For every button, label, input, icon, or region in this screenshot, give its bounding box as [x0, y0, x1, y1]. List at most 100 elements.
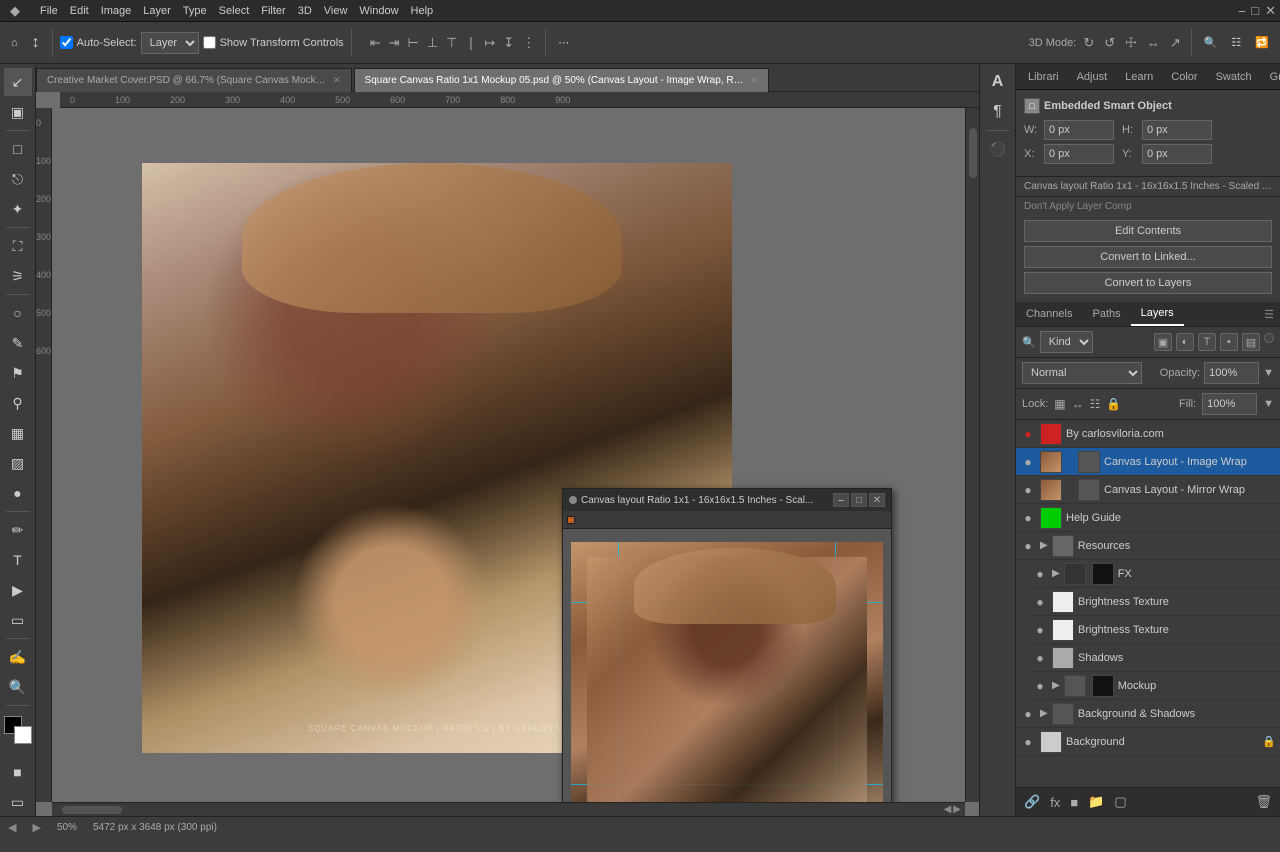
- move-tool[interactable]: ↙: [4, 68, 32, 96]
- healing-tool[interactable]: ○: [4, 299, 32, 327]
- history-tool[interactable]: ⚲: [4, 389, 32, 417]
- background-color[interactable]: [14, 726, 32, 744]
- layer-item-resources[interactable]: ● ▶ Resources: [1016, 532, 1280, 560]
- tab-1-close[interactable]: ✕: [333, 75, 341, 86]
- nav-tab-color[interactable]: Color: [1163, 64, 1205, 90]
- nav-tab-swatch[interactable]: Swatch: [1208, 64, 1260, 90]
- crop-tool[interactable]: ⛶: [4, 232, 32, 260]
- add-mask-btn[interactable]: ■: [1068, 793, 1080, 812]
- layer-item-canvas-mirror-wrap[interactable]: ● Canvas Layout - Mirror Wrap: [1016, 476, 1280, 504]
- layers-panel-options[interactable]: ☰: [1258, 304, 1280, 325]
- rsb-A-btn[interactable]: A: [984, 68, 1012, 96]
- layer-item-help-guide[interactable]: ● Help Guide: [1016, 504, 1280, 532]
- filter-shape-icon[interactable]: ▪: [1220, 333, 1238, 351]
- nav-tab-gradie[interactable]: Gradie: [1262, 64, 1280, 90]
- dodge-tool[interactable]: ●: [4, 479, 32, 507]
- distribute-more-btn[interactable]: ⋮: [519, 33, 538, 53]
- more-options-btn[interactable]: ⋯: [553, 33, 574, 52]
- zoom-tool[interactable]: 🔍: [4, 673, 32, 701]
- menu-image[interactable]: Image: [95, 0, 138, 22]
- nav-tab-librari[interactable]: Librari: [1020, 64, 1067, 90]
- path-select-tool[interactable]: ▶: [4, 576, 32, 604]
- layer-vis-help-guide[interactable]: ●: [1020, 510, 1036, 526]
- align-bottom-btn[interactable]: ❘: [462, 33, 479, 53]
- search-btn[interactable]: 🔍: [1199, 33, 1223, 52]
- float-minimize-btn[interactable]: ⎯: [833, 493, 849, 507]
- home-btn[interactable]: ⌂: [6, 34, 23, 52]
- scroll-prev[interactable]: ◀: [944, 804, 952, 815]
- maximize-btn[interactable]: □: [1251, 3, 1259, 19]
- eraser-tool[interactable]: ▦: [4, 419, 32, 447]
- fx-btn[interactable]: fx: [1048, 793, 1062, 812]
- opacity-input[interactable]: [1204, 362, 1259, 384]
- screen-mode-btn[interactable]: ▭: [4, 788, 32, 816]
- layer-item-fx[interactable]: ● ▶ FX: [1028, 560, 1280, 588]
- minimize-btn[interactable]: ⎯: [1239, 3, 1246, 19]
- status-nav-prev[interactable]: ◀: [8, 821, 16, 834]
- workspace-btn[interactable]: ☷: [1226, 33, 1246, 52]
- convert-linked-btn[interactable]: Convert to Linked...: [1024, 246, 1272, 268]
- shape-tool[interactable]: ▭: [4, 606, 32, 634]
- layer-vis-canvas-image-wrap[interactable]: ●: [1020, 454, 1036, 470]
- lock-checkerboard-icon[interactable]: ▦: [1054, 397, 1065, 411]
- dont-apply-btn[interactable]: Don't Apply Layer Comp: [1016, 197, 1280, 216]
- 3d-orbit-btn[interactable]: ↺: [1101, 33, 1118, 53]
- eyedropper-tool[interactable]: ⚞: [4, 262, 32, 290]
- edit-contents-btn[interactable]: Edit Contents: [1024, 220, 1272, 242]
- layer-vis-canvas-mirror-wrap[interactable]: ●: [1020, 482, 1036, 498]
- menu-help[interactable]: Help: [405, 0, 440, 22]
- mockup-arrow[interactable]: ▶: [1052, 680, 1060, 691]
- paths-tab[interactable]: Paths: [1082, 303, 1130, 325]
- layer-vis-bg-shadows[interactable]: ●: [1020, 706, 1036, 722]
- menu-window[interactable]: Window: [353, 0, 404, 22]
- 3d-slide-btn[interactable]: ↔: [1144, 33, 1163, 52]
- tab-2[interactable]: Square Canvas Ratio 1x1 Mockup 05.psd @ …: [354, 68, 770, 92]
- v-scrollbar[interactable]: [965, 108, 979, 802]
- gradient-tool[interactable]: ▨: [4, 449, 32, 477]
- float-close-btn[interactable]: ✕: [869, 493, 885, 507]
- lasso-tool[interactable]: ⎋: [4, 165, 32, 193]
- close-btn[interactable]: ✕: [1265, 3, 1276, 19]
- rsb-para-btn[interactable]: ¶: [984, 98, 1012, 126]
- layer-vis-background[interactable]: ●: [1020, 734, 1036, 750]
- layer-item-carlosviloria[interactable]: ● By carlosviloria.com: [1016, 420, 1280, 448]
- lock-move-icon[interactable]: ↔: [1072, 397, 1084, 411]
- type-tool[interactable]: T: [4, 546, 32, 574]
- 3d-scale-btn[interactable]: ↗: [1167, 33, 1184, 53]
- y-input[interactable]: [1142, 144, 1212, 164]
- pen-tool[interactable]: ✏: [4, 516, 32, 544]
- artboard-tool[interactable]: ▣: [4, 98, 32, 126]
- move-tool-btn[interactable]: ↕: [27, 31, 45, 55]
- menu-3d[interactable]: 3D: [292, 0, 318, 22]
- layer-item-background[interactable]: ● Background 🔒: [1016, 728, 1280, 756]
- share-btn[interactable]: 🔁: [1250, 33, 1274, 52]
- layer-vis-shadows[interactable]: ●: [1032, 650, 1048, 666]
- nav-tab-learn[interactable]: Learn: [1117, 64, 1161, 90]
- layer-item-bg-shadows[interactable]: ● ▶ Background & Shadows: [1016, 700, 1280, 728]
- clone-tool[interactable]: ⚑: [4, 359, 32, 387]
- opacity-arrow[interactable]: ▼: [1263, 367, 1274, 379]
- scroll-next[interactable]: ▶: [953, 804, 961, 815]
- align-middle-btn[interactable]: ⊤: [443, 33, 460, 53]
- layers-tab[interactable]: Layers: [1131, 302, 1184, 326]
- align-left-btn[interactable]: ⇤: [367, 33, 384, 53]
- x-input[interactable]: [1044, 144, 1114, 164]
- rsb-circle-dot-btn[interactable]: ⚫: [984, 135, 1012, 163]
- lock-all-icon[interactable]: 🔒: [1106, 397, 1121, 411]
- kind-select[interactable]: Kind: [1040, 331, 1093, 353]
- layer-vis-fx[interactable]: ●: [1032, 566, 1048, 582]
- lock-artboards-icon[interactable]: ☷: [1090, 397, 1101, 411]
- hand-tool[interactable]: ✍: [4, 643, 32, 671]
- show-transform-checkbox[interactable]: [203, 36, 216, 49]
- layer-vis-carlosviloria[interactable]: ●: [1020, 426, 1036, 442]
- h-input[interactable]: [1142, 120, 1212, 140]
- float-maximize-btn[interactable]: □: [851, 493, 867, 507]
- h-scroll-thumb[interactable]: [62, 806, 122, 814]
- fill-input[interactable]: [1202, 393, 1257, 415]
- layer-item-brightness-2[interactable]: ● Brightness Texture: [1028, 616, 1280, 644]
- menu-filter[interactable]: Filter: [255, 0, 291, 22]
- delete-layer-btn[interactable]: 🗑: [1253, 792, 1274, 812]
- fill-arrow[interactable]: ▼: [1263, 398, 1274, 410]
- 3d-rotate-btn[interactable]: ↻: [1080, 33, 1097, 53]
- layer-item-brightness-1[interactable]: ● Brightness Texture: [1028, 588, 1280, 616]
